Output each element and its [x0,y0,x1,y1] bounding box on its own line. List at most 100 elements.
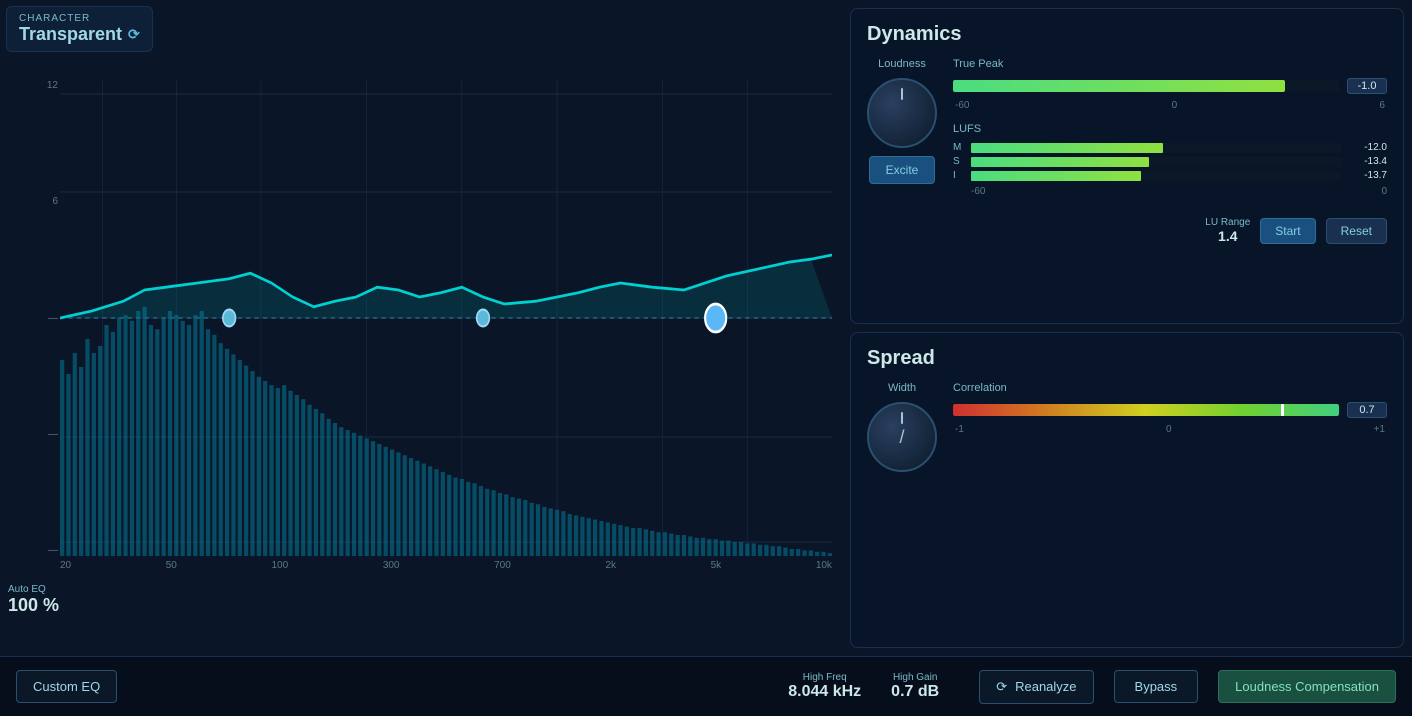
spread-section: Spread Width / Correlation [850,332,1404,648]
eq-control-dot-1[interactable] [223,310,236,327]
high-gain-value: 0.7 dB [891,683,939,701]
x-label-50: 50 [166,560,177,571]
lu-range-row: LU Range 1.4 Start Reset [953,217,1387,244]
loudness-knob[interactable] [867,78,937,148]
correlation-side: Correlation 0.7 -1 [953,382,1387,472]
corr-mid: 0 [1166,424,1172,435]
meters-side: True Peak -1.0 -60 0 6 [953,58,1387,244]
high-gain-container: High Gain 0.7 dB [891,672,939,701]
y-label-6: 6 [52,196,58,207]
correlation-indicator [1281,404,1284,416]
true-peak-bar-fill [953,80,1285,92]
lufs-ch-m: M [953,142,963,153]
width-side: Width / [867,382,937,472]
lu-range-value: 1.4 [1205,228,1250,244]
true-peak-value: -1.0 [1347,78,1387,94]
true-peak-min: -60 [955,100,969,111]
corr-min: -1 [955,424,964,435]
x-label-5k: 5k [711,560,722,571]
lufs-bar-m [971,143,1341,153]
bottom-bar: Custom EQ High Freq 8.044 kHz High Gain … [0,656,1412,716]
custom-eq-button[interactable]: Custom EQ [16,670,117,703]
loudness-label: Loudness [878,58,926,70]
auto-eq-label: Auto EQ [8,584,59,595]
dynamics-section: Dynamics Loudness Excite True Peak [850,8,1404,324]
eq-svg [60,80,832,556]
high-freq-container: High Freq 8.044 kHz [788,672,861,701]
lufs-fill-i [971,171,1141,181]
x-label-10k: 10k [816,560,832,571]
y-label-0: — [48,313,58,324]
lufs-row-m: M -12.0 [953,142,1387,153]
lu-range-label: LU Range [1205,217,1250,228]
dynamics-title: Dynamics [867,23,1387,46]
lufs-ch-i: I [953,170,963,181]
loudness-comp-button[interactable]: Loudness Compensation [1218,670,1396,703]
corr-max: +1 [1374,424,1385,435]
lu-range-container: LU Range 1.4 [1205,217,1250,244]
excite-button[interactable]: Excite [869,156,936,184]
lufs-value-i: -13.7 [1349,170,1387,181]
correlation-value: 0.7 [1347,402,1387,418]
true-peak-bar-track [953,80,1339,92]
correlation-bar-track [953,404,1339,416]
start-button[interactable]: Start [1260,218,1315,244]
x-label-100: 100 [272,560,289,571]
lufs-bar-s [971,157,1341,167]
correlation-gradient [953,404,1339,416]
lufs-ch-s: S [953,156,963,167]
lufs-value-m: -12.0 [1349,142,1387,153]
high-gain-label: High Gain [891,672,939,683]
x-label-2k: 2k [605,560,616,571]
true-peak-max: 6 [1379,100,1385,111]
character-value-text: Transparent [19,24,122,45]
reanalyze-icon: ⟳ [996,679,1007,695]
spectrum-bars [60,307,832,556]
correlation-axis: -1 0 +1 [953,424,1387,435]
lufs-row-s: S -13.4 [953,156,1387,167]
eq-control-dot-3[interactable] [705,304,726,332]
reset-button[interactable]: Reset [1326,218,1387,244]
width-knob[interactable]: / [867,402,937,472]
lufs-fill-s [971,157,1149,167]
character-arrow-icon[interactable]: ⟳ [128,26,140,43]
x-label-20: 20 [60,560,71,571]
character-value: Transparent ⟳ [19,24,140,45]
x-axis: 20 50 100 300 700 2k 5k 10k [60,560,832,571]
auto-eq-value: 100 % [8,595,59,616]
correlation-bar-container: 0.7 [953,402,1387,418]
true-peak-axis: -60 0 6 [953,100,1387,111]
character-header: Character Transparent ⟳ [6,6,153,52]
y-label-neg12: — [48,545,58,556]
correlation-section: Correlation 0.7 -1 [953,382,1387,435]
high-freq-value: 8.044 kHz [788,683,861,701]
eq-control-dot-2[interactable] [477,310,490,327]
lufs-max: 0 [1381,186,1387,197]
loudness-side: Loudness Excite [867,58,937,244]
spread-content: Width / Correlation [867,382,1387,472]
knob-slash-icon: / [899,427,904,448]
spread-title: Spread [867,347,1387,370]
lufs-label: LUFS [953,123,1387,135]
reanalyze-button[interactable]: ⟳ Reanalyze [979,670,1093,704]
lufs-bar-i [971,171,1341,181]
eq-chart[interactable] [60,80,832,556]
lufs-fill-m [971,143,1163,153]
correlation-label: Correlation [953,382,1387,394]
high-freq-label: High Freq [788,672,861,683]
bottom-freq-info: High Freq 8.044 kHz High Gain 0.7 dB [788,672,939,701]
bypass-button[interactable]: Bypass [1114,670,1199,703]
width-label: Width [888,382,916,394]
x-label-300: 300 [383,560,400,571]
character-label: Character [19,13,140,24]
auto-eq-container: Auto EQ 100 % [8,584,59,616]
y-label-neg6: — [48,429,58,440]
true-peak-section: True Peak -1.0 -60 0 6 [953,58,1387,111]
x-label-700: 700 [494,560,511,571]
loudness-comp-label: Loudness Compensation [1235,679,1379,694]
lufs-min: -60 [971,186,985,197]
y-label-12: 12 [47,80,58,91]
true-peak-mid: 0 [1172,100,1178,111]
lufs-section: LUFS M -12.0 S [953,123,1387,197]
true-peak-label: True Peak [953,58,1387,70]
